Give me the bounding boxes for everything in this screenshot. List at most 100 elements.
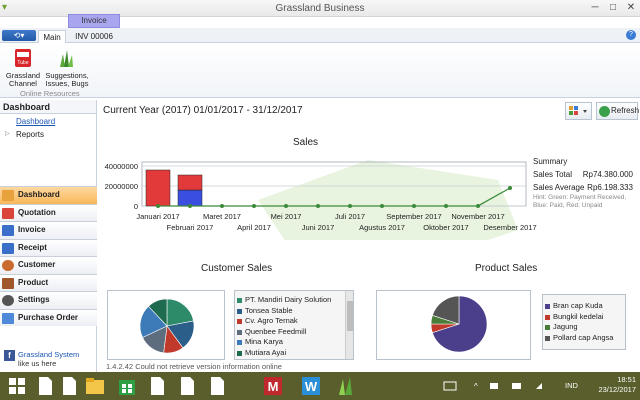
expand-arrow-icon[interactable]: ▷ [5, 130, 10, 137]
legend-swatch [237, 308, 242, 314]
grid-view-icon [569, 106, 587, 115]
file-icon[interactable] [146, 375, 168, 397]
product-pie-box [376, 290, 531, 360]
sales-bar-unpaid [177, 174, 203, 191]
sales-line-point [476, 204, 480, 208]
language-indicator[interactable]: IND [565, 381, 578, 390]
grassland-app-icon[interactable] [336, 375, 358, 397]
w-app-icon[interactable]: W [300, 375, 322, 397]
sales-x-tick: September 2017 [386, 212, 441, 221]
view-options-button[interactable] [565, 102, 592, 120]
nav-item-product[interactable]: Product [0, 273, 97, 291]
file-icon[interactable] [58, 375, 80, 397]
sales-line-point [188, 204, 192, 208]
tab-main[interactable]: Main [38, 30, 66, 43]
nav-item-settings[interactable]: Settings [0, 291, 97, 309]
taskbar: M W ^ IND 18:51 23/12/2017 [0, 372, 640, 400]
clock[interactable]: 18:51 23/12/2017 [598, 375, 636, 395]
nav-item-label: Dashboard [18, 190, 60, 199]
product-icon [2, 277, 14, 289]
windows-start-icon[interactable] [6, 375, 28, 397]
file-explorer-icon[interactable] [84, 375, 106, 397]
grassland-channel-button[interactable]: Tube Grassland Channel [4, 48, 42, 88]
scrollbar-thumb[interactable] [347, 301, 353, 331]
file-icon[interactable] [206, 375, 228, 397]
nav-item-label: Quotation [18, 207, 56, 217]
product-legend-list: Bran cap Kuda Bungkil kedelai Jagung Pollar… [543, 295, 625, 343]
receipt-icon [2, 242, 14, 254]
sales-line-point [380, 204, 384, 208]
tab-inv[interactable]: INV 00006 [70, 30, 118, 43]
close-icon[interactable]: ✕ [624, 1, 638, 15]
tree-item-reports-label: Reports [16, 130, 45, 139]
customer-icon [2, 260, 14, 271]
legend-label: Mutiara Ayai [245, 347, 287, 357]
suggestions-button[interactable]: Suggestions, Issues, Bugs [44, 48, 90, 88]
sales-x-tick: Maret 2017 [203, 212, 241, 221]
sales-x-tick: November 2017 [451, 212, 504, 221]
summary-average-value: Rp6.198.333 [587, 183, 633, 192]
customer-sales-title: Customer Sales [201, 263, 273, 274]
purchase-order-icon [2, 312, 14, 324]
version-status: 1.4.2.42 Could not retrieve version info… [106, 362, 282, 371]
sales-y-tick: 20000000 [105, 182, 138, 191]
legend-swatch [545, 304, 550, 309]
clock-time: 18:51 [617, 375, 636, 384]
maximize-icon[interactable]: □ [606, 1, 620, 15]
file-icon[interactable] [176, 375, 198, 397]
summary-total-label: Sales Total [533, 170, 572, 179]
nav-item-label: Product [18, 277, 49, 287]
nav-item-quotation[interactable]: Quotation [0, 203, 97, 221]
facebook-icon: f [4, 350, 15, 361]
legend-label: Quenbee Feedmill [245, 326, 307, 336]
main-area: Current Year (2017) 01/01/2017 - 31/12/2… [98, 100, 640, 372]
legend-item: Pollard cap Angsa [543, 333, 625, 344]
sales-line-point [508, 186, 512, 190]
system-tray-icons[interactable]: ^ [440, 380, 560, 392]
nav-item-receipt[interactable]: Receipt [0, 238, 97, 256]
app-menu-button[interactable]: ⟲▾ [2, 30, 36, 41]
refresh-icon [599, 106, 610, 117]
svg-text:Tube: Tube [17, 60, 28, 66]
period-label: Current Year (2017) 01/01/2017 - 31/12/2… [103, 105, 303, 116]
nav-item-invoice[interactable]: Invoice [0, 221, 97, 239]
tree-item-dashboard[interactable]: Dashboard [0, 114, 96, 127]
grassland-channel-label: Grassland Channel [5, 71, 41, 88]
nav-item-dashboard[interactable]: Dashboard [0, 186, 97, 204]
legend-swatch [545, 314, 550, 320]
dashboard-icon [2, 190, 14, 201]
legend-label: Jagung [553, 322, 578, 331]
m-app-icon[interactable]: M [262, 375, 284, 397]
facebook-sub: like us here [18, 359, 57, 368]
file-icon[interactable] [34, 375, 56, 397]
sales-x-tick: Juni 2017 [302, 223, 335, 232]
sales-line-point [252, 204, 256, 208]
help-icon[interactable]: ? [626, 30, 636, 40]
legend-swatch [237, 329, 242, 335]
legend-label: Bran cap Kuda [553, 301, 603, 310]
nav-item-purchase-order[interactable]: Purchase Order [0, 308, 97, 326]
nav-list: Dashboard Quotation Invoice Receipt Cust… [0, 186, 97, 326]
summary-title: Summary [533, 157, 568, 166]
nav-item-label: Purchase Order [18, 312, 79, 322]
tree-item-reports[interactable]: ▷ Reports [0, 127, 96, 140]
sales-line-point [444, 204, 448, 208]
left-panel-header: Dashboard [0, 100, 96, 114]
refresh-label: Refresh [611, 106, 640, 115]
sales-x-tick: Oktober 2017 [423, 223, 468, 232]
legend-label: Cv. Agro Ternak [245, 316, 298, 325]
youtube-icon: Tube [15, 49, 31, 67]
store-icon[interactable] [116, 375, 138, 397]
summary-total-row: Sales Total Rp74.380.000 [533, 168, 638, 181]
nav-item-customer[interactable]: Customer [0, 256, 97, 274]
sales-chart-title: Sales [293, 137, 319, 148]
sales-x-tick: Juli 2017 [335, 212, 365, 221]
customer-legend-list: PT. Mandiri Dairy Solution Tonsea Stable C… [235, 291, 353, 358]
minimize-icon[interactable]: ─ [588, 1, 602, 15]
sales-x-tick: Februari 2017 [167, 223, 214, 232]
refresh-button[interactable]: Refresh [596, 102, 640, 120]
facebook-link[interactable]: f Grassland System like us here [4, 350, 79, 368]
legend-scrollbar[interactable] [345, 291, 353, 359]
sales-line-point [220, 204, 224, 208]
sales-line-point [284, 204, 288, 208]
